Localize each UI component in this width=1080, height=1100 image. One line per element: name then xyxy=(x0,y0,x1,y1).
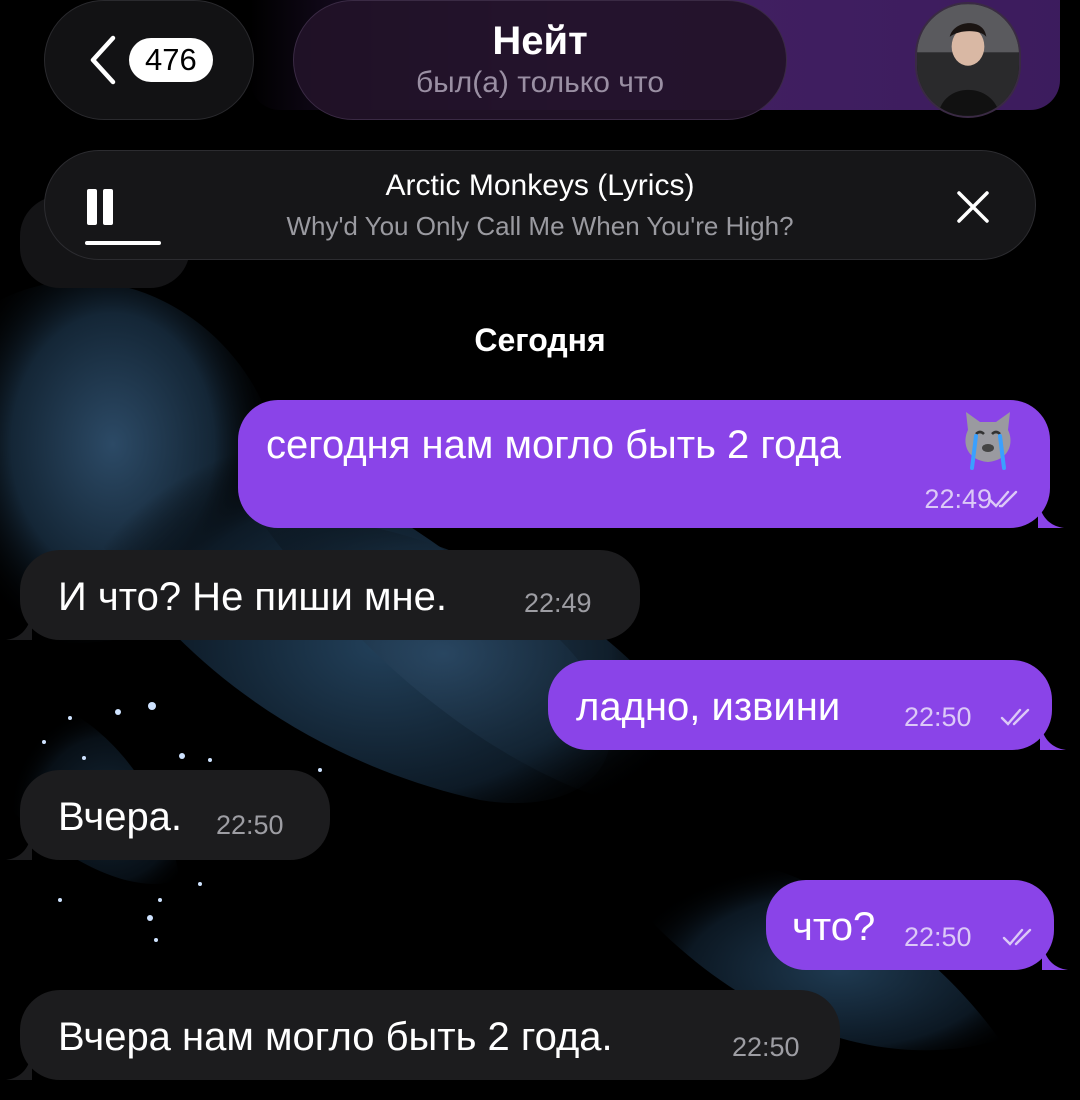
chat-status: был(а) только что xyxy=(415,66,664,99)
close-icon[interactable] xyxy=(953,187,993,227)
message-text: И что? Не пиши мне. xyxy=(58,575,447,619)
double-check-icon xyxy=(1002,928,1032,946)
message-time: 22:50 xyxy=(904,922,972,952)
chat-header[interactable]: Нейт был(а) только что xyxy=(293,0,787,120)
bubble-tail xyxy=(6,614,32,640)
bubble-tail xyxy=(6,1054,32,1080)
message-time: 22:50 xyxy=(216,810,284,840)
crying-cat-emoji-icon xyxy=(958,408,1018,472)
bubble-tail xyxy=(1040,724,1066,750)
message-text: сегодня нам могло быть 2 года xyxy=(266,423,842,467)
now-playing-bar[interactable]: Arctic Monkeys (Lyrics) Why'd You Only C… xyxy=(44,150,1036,260)
bubble-tail xyxy=(1042,944,1068,970)
track-title: Why'd You Only Call Me When You're High? xyxy=(286,211,794,241)
message-text: Вчера нам могло быть 2 года. xyxy=(58,1015,613,1059)
message-bubble-outgoing[interactable]: что? 22:50 xyxy=(766,880,1068,970)
message-bubble-outgoing[interactable]: сегодня нам могло быть 2 года 22:49 xyxy=(238,400,1064,528)
bubble-tail xyxy=(6,834,32,860)
message-time: 22:49 xyxy=(524,588,592,618)
unread-count-badge: 476 xyxy=(129,37,213,83)
back-button[interactable]: 476 xyxy=(44,0,254,120)
message-text: ладно, извини xyxy=(576,685,841,729)
message-text: что? xyxy=(792,905,876,949)
message-time: 22:49 xyxy=(924,484,992,514)
message-text: Вчера. xyxy=(58,795,183,839)
bubble-tail xyxy=(1038,502,1064,528)
date-separator: Сегодня xyxy=(474,322,606,358)
track-artist: Arctic Monkeys (Lyrics) xyxy=(385,169,695,202)
double-check-icon xyxy=(988,490,1018,508)
message-bubble-incoming[interactable]: И что? Не пиши мне. 22:49 xyxy=(6,550,640,640)
chat-name: Нейт xyxy=(492,19,588,63)
message-bubble-incoming[interactable]: Вчера нам могло быть 2 года. 22:50 xyxy=(6,990,840,1080)
chevron-left-icon xyxy=(87,34,123,86)
double-check-icon xyxy=(1000,708,1030,726)
avatar[interactable] xyxy=(915,2,1021,118)
message-time: 22:50 xyxy=(904,702,972,732)
message-time: 22:50 xyxy=(732,1032,800,1062)
message-bubble-incoming[interactable]: Вчера. 22:50 xyxy=(6,770,330,860)
message-bubble-outgoing[interactable]: ладно, извини 22:50 xyxy=(548,660,1066,750)
